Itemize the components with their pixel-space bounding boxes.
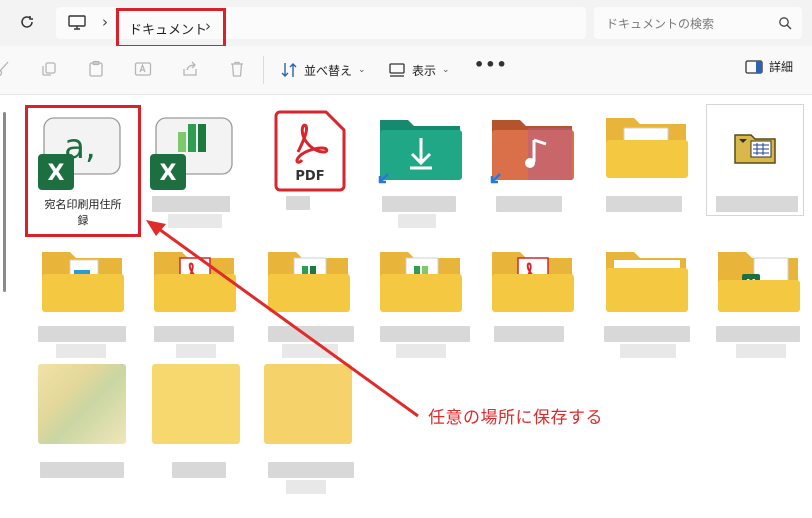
legacy-folder-icon [734, 134, 776, 164]
folder-icon [380, 252, 462, 312]
folder-icon [606, 252, 688, 312]
breadcrumb-chevron-icon[interactable]: › [205, 17, 211, 35]
view-label: 表示 [412, 63, 437, 78]
redacted-filename [176, 344, 216, 358]
file-tile[interactable]: PDF [262, 104, 358, 214]
redacted-filename [736, 344, 786, 358]
folder-tile[interactable] [152, 364, 240, 444]
delete-icon[interactable] [228, 60, 246, 78]
sort-button[interactable]: 並べ替え ⌄ [280, 58, 366, 82]
breadcrumb-separator-icon[interactable]: › [102, 13, 108, 31]
redacted-filename [716, 196, 798, 212]
folder-icon [606, 118, 688, 178]
search-box[interactable]: ドキュメントの検索 [594, 7, 802, 39]
redacted-filename [286, 196, 310, 210]
annotation-text: 任意の場所に保存する [428, 408, 603, 428]
redacted-filename [604, 326, 690, 342]
copy-icon[interactable] [40, 60, 58, 78]
redacted-filename [152, 196, 230, 212]
redacted-filename [496, 196, 562, 212]
redacted-filename [494, 326, 564, 342]
breadcrumb-highlight: ドキュメント › [116, 8, 226, 48]
scrollbar-thumb[interactable] [3, 112, 6, 292]
redacted-filename [380, 326, 470, 342]
sort-icon [281, 63, 297, 77]
search-input[interactable]: ドキュメントの検索 [606, 15, 714, 32]
redacted-filename [382, 196, 456, 212]
this-pc-icon[interactable] [68, 15, 86, 31]
command-bar: 並べ替え ⌄ 表示 ⌄ ••• 詳細 [0, 46, 812, 95]
redacted-filename [282, 344, 338, 358]
redacted-filename [40, 462, 124, 478]
share-icon[interactable] [181, 60, 199, 78]
folder-icon: X [718, 252, 800, 312]
folder-tile[interactable] [38, 364, 126, 444]
toolbar-divider [263, 56, 264, 84]
details-pane-icon [745, 59, 763, 74]
downloads-folder-icon [378, 120, 462, 184]
redacted-filename [56, 344, 106, 358]
pdf-file-icon: PDF [274, 110, 346, 192]
excel-file-icon: X [150, 117, 233, 190]
details-button[interactable]: 詳細 [745, 58, 793, 75]
details-label: 詳細 [769, 60, 794, 74]
redacted-filename [286, 480, 326, 494]
redacted-filename [396, 344, 446, 358]
folder-tile[interactable] [264, 364, 352, 444]
view-button[interactable]: 表示 ⌄ [388, 58, 450, 82]
more-options-button[interactable]: ••• [474, 55, 508, 74]
cut-icon[interactable] [0, 60, 12, 78]
redacted-filename [716, 326, 800, 342]
selected-file-name-line2: 録 [77, 214, 89, 227]
redacted-filename [172, 462, 226, 478]
redacted-filename [154, 326, 234, 342]
redacted-filename [398, 214, 436, 228]
selected-file-name: 宛名印刷用住所録 [28, 197, 138, 229]
music-folder-icon [490, 120, 574, 184]
redacted-filename [168, 214, 222, 228]
folder-icon [154, 252, 236, 312]
view-chevron-down-icon: ⌄ [442, 65, 450, 75]
refresh-icon[interactable] [18, 13, 36, 31]
redacted-filename [606, 196, 682, 212]
sort-chevron-down-icon: ⌄ [358, 65, 366, 75]
search-icon[interactable] [778, 16, 792, 30]
folder-icon [42, 252, 124, 312]
svg-text:X: X [160, 161, 177, 186]
paste-icon[interactable] [87, 60, 105, 78]
address-bar[interactable]: › ドキュメント › [56, 7, 586, 48]
rename-icon[interactable] [134, 60, 152, 78]
pdf-badge: PDF [295, 169, 324, 184]
redacted-filename [268, 326, 354, 342]
folder-icon [492, 252, 574, 312]
selected-file-name-line1: 宛名印刷用住所 [44, 198, 122, 211]
redacted-filename [620, 344, 676, 358]
folder-icon [268, 252, 350, 312]
redacted-filename [268, 462, 354, 478]
scrollbar-track[interactable] [0, 95, 12, 518]
breadcrumb-documents[interactable]: ドキュメント [129, 19, 207, 38]
view-icon [389, 63, 405, 77]
address-bar-row: › ドキュメント › ドキュメントの検索 [0, 0, 812, 48]
redacted-filename [38, 326, 126, 342]
sort-label: 並べ替え [304, 63, 353, 78]
